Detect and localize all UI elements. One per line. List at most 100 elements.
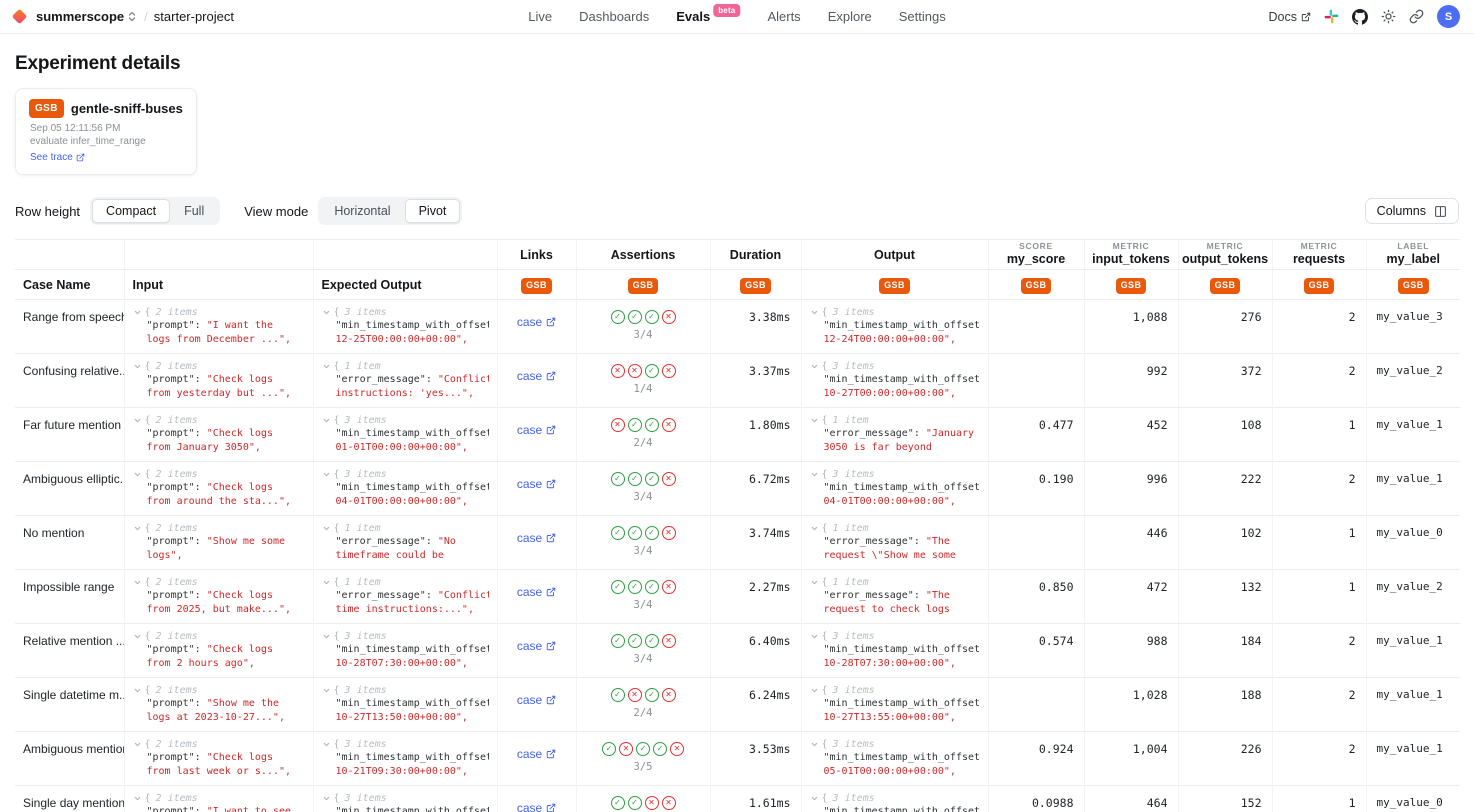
view-mode-pivot-button[interactable]: Pivot (405, 199, 461, 223)
input-cell: {2 items"prompt": "Check logsfrom last w… (124, 732, 313, 786)
expand-caret-icon[interactable] (810, 524, 819, 533)
expand-caret-icon[interactable] (322, 686, 331, 695)
table-row[interactable]: Confusing relative...{2 items"prompt": "… (15, 354, 1460, 408)
expand-caret-icon[interactable] (810, 416, 819, 425)
column-header-expected-output: Expected Output (313, 270, 497, 300)
case-link[interactable]: case (517, 423, 556, 437)
github-icon (1352, 9, 1368, 25)
table-row[interactable]: Single day mention{2 items"prompt": "I w… (15, 786, 1460, 812)
case-link[interactable]: case (517, 315, 556, 329)
expand-caret-icon[interactable] (810, 578, 819, 587)
nav-item-alerts[interactable]: Alerts (767, 0, 800, 33)
object-brace-icon: { (145, 415, 151, 426)
output-json: {3 items"min_timestamp_with_offset":05-0… (810, 793, 980, 812)
assertion-fail-icon: ✕ (645, 796, 659, 810)
columns-button[interactable]: Columns (1365, 198, 1459, 224)
assertion-fail-icon: ✕ (670, 742, 684, 756)
table-row[interactable]: No mention{2 items"prompt": "Show me som… (15, 516, 1460, 570)
expand-caret-icon[interactable] (133, 416, 142, 425)
table-row[interactable]: Far future mention{2 items"prompt": "Che… (15, 408, 1460, 462)
expand-caret-icon[interactable] (133, 470, 142, 479)
breadcrumb-project[interactable]: starter-project (154, 9, 234, 24)
nav-item-dashboards[interactable]: Dashboards (579, 0, 649, 33)
expand-caret-icon[interactable] (810, 470, 819, 479)
expand-caret-icon[interactable] (810, 308, 819, 317)
expand-caret-icon[interactable] (322, 470, 331, 479)
case-link-label: case (517, 531, 542, 545)
row-height-full-button[interactable]: Full (170, 199, 218, 223)
table-row[interactable]: Single datetime m...{2 items"prompt": "S… (15, 678, 1460, 732)
case-link[interactable]: case (517, 693, 556, 707)
external-link-icon (546, 587, 556, 597)
column-header-duration: Duration (710, 240, 801, 270)
case-link[interactable]: case (517, 477, 556, 491)
item-count: 2 items (156, 577, 198, 588)
nav-item-settings[interactable]: Settings (899, 0, 946, 33)
json-snippet: "prompt": "Check logsfrom around the sta… (147, 481, 305, 508)
table-row[interactable]: Ambiguous mention{2 items"prompt": "Chec… (15, 732, 1460, 786)
requests-cell: 1 (1272, 786, 1366, 812)
expand-caret-icon[interactable] (133, 578, 142, 587)
expand-caret-icon[interactable] (322, 578, 331, 587)
expand-caret-icon[interactable] (322, 308, 331, 317)
assertions-cell: ✓✓✓✕3/4 (576, 516, 710, 570)
item-count: 2 items (156, 793, 198, 804)
item-count: 3 items (345, 793, 387, 804)
see-trace-link[interactable]: See trace (30, 152, 85, 163)
table-row[interactable]: Range from speech{2 items"prompt": "I wa… (15, 300, 1460, 354)
table-row[interactable]: Relative mention ...{2 items"prompt": "C… (15, 624, 1460, 678)
docs-link[interactable]: Docs (1269, 10, 1311, 24)
expand-caret-icon[interactable] (322, 632, 331, 641)
duration-cell: 6.40ms (710, 624, 801, 678)
expand-caret-icon[interactable] (133, 524, 142, 533)
expand-caret-icon[interactable] (322, 740, 331, 749)
github-button[interactable] (1352, 9, 1368, 25)
expand-caret-icon[interactable] (133, 362, 142, 371)
case-link[interactable]: case (517, 801, 556, 812)
case-link[interactable]: case (517, 531, 556, 545)
assertion-pass-icon: ✓ (645, 310, 659, 324)
user-avatar[interactable]: S (1437, 5, 1460, 28)
object-brace-icon: { (145, 469, 151, 480)
org-switcher[interactable]: summerscope (34, 7, 138, 26)
expand-caret-icon[interactable] (133, 632, 142, 641)
item-count: 3 items (345, 739, 387, 750)
share-link-button[interactable] (1409, 9, 1424, 24)
table-row[interactable]: Ambiguous elliptic...{2 items"prompt": "… (15, 462, 1460, 516)
expand-caret-icon[interactable] (322, 416, 331, 425)
label-cell: my_value_1 (1366, 732, 1460, 786)
case-link[interactable]: case (517, 585, 556, 599)
expand-caret-icon[interactable] (133, 308, 142, 317)
expand-caret-icon[interactable] (810, 794, 819, 803)
expand-caret-icon[interactable] (133, 740, 142, 749)
case-link[interactable]: case (517, 747, 556, 761)
expand-caret-icon[interactable] (810, 740, 819, 749)
row-height-compact-button[interactable]: Compact (92, 199, 170, 223)
expand-caret-icon[interactable] (810, 362, 819, 371)
nav-item-evals[interactable]: Evalsbeta (676, 0, 740, 33)
view-mode-horizontal-button[interactable]: Horizontal (320, 199, 404, 223)
expected-output-json: {1 item"error_message": "Notimeframe cou… (322, 523, 489, 562)
expected-output-cell: {3 items"min_timestamp_with_offset":10-2… (313, 732, 497, 786)
assertion-fail-icon: ✕ (662, 472, 676, 486)
item-count: 2 items (156, 739, 198, 750)
object-brace-icon: { (334, 307, 340, 318)
theme-toggle-button[interactable] (1381, 9, 1396, 24)
table-row[interactable]: Impossible range{2 items"prompt": "Check… (15, 570, 1460, 624)
slack-button[interactable] (1324, 9, 1339, 24)
expand-caret-icon[interactable] (810, 632, 819, 641)
case-link[interactable]: case (517, 639, 556, 653)
expand-caret-icon[interactable] (810, 686, 819, 695)
output-cell: {3 items"min_timestamp_with_offset":04-0… (801, 462, 988, 516)
item-count: 2 items (156, 361, 198, 372)
expand-caret-icon[interactable] (322, 794, 331, 803)
case-link[interactable]: case (517, 369, 556, 383)
expand-caret-icon[interactable] (322, 524, 331, 533)
label-cell: my_value_2 (1366, 354, 1460, 408)
nav-item-live[interactable]: Live (528, 0, 552, 33)
expand-caret-icon[interactable] (322, 362, 331, 371)
input-cell: {2 items"prompt": "Show me thelogs at 20… (124, 678, 313, 732)
nav-item-explore[interactable]: Explore (828, 0, 872, 33)
expand-caret-icon[interactable] (133, 686, 142, 695)
expand-caret-icon[interactable] (133, 794, 142, 803)
